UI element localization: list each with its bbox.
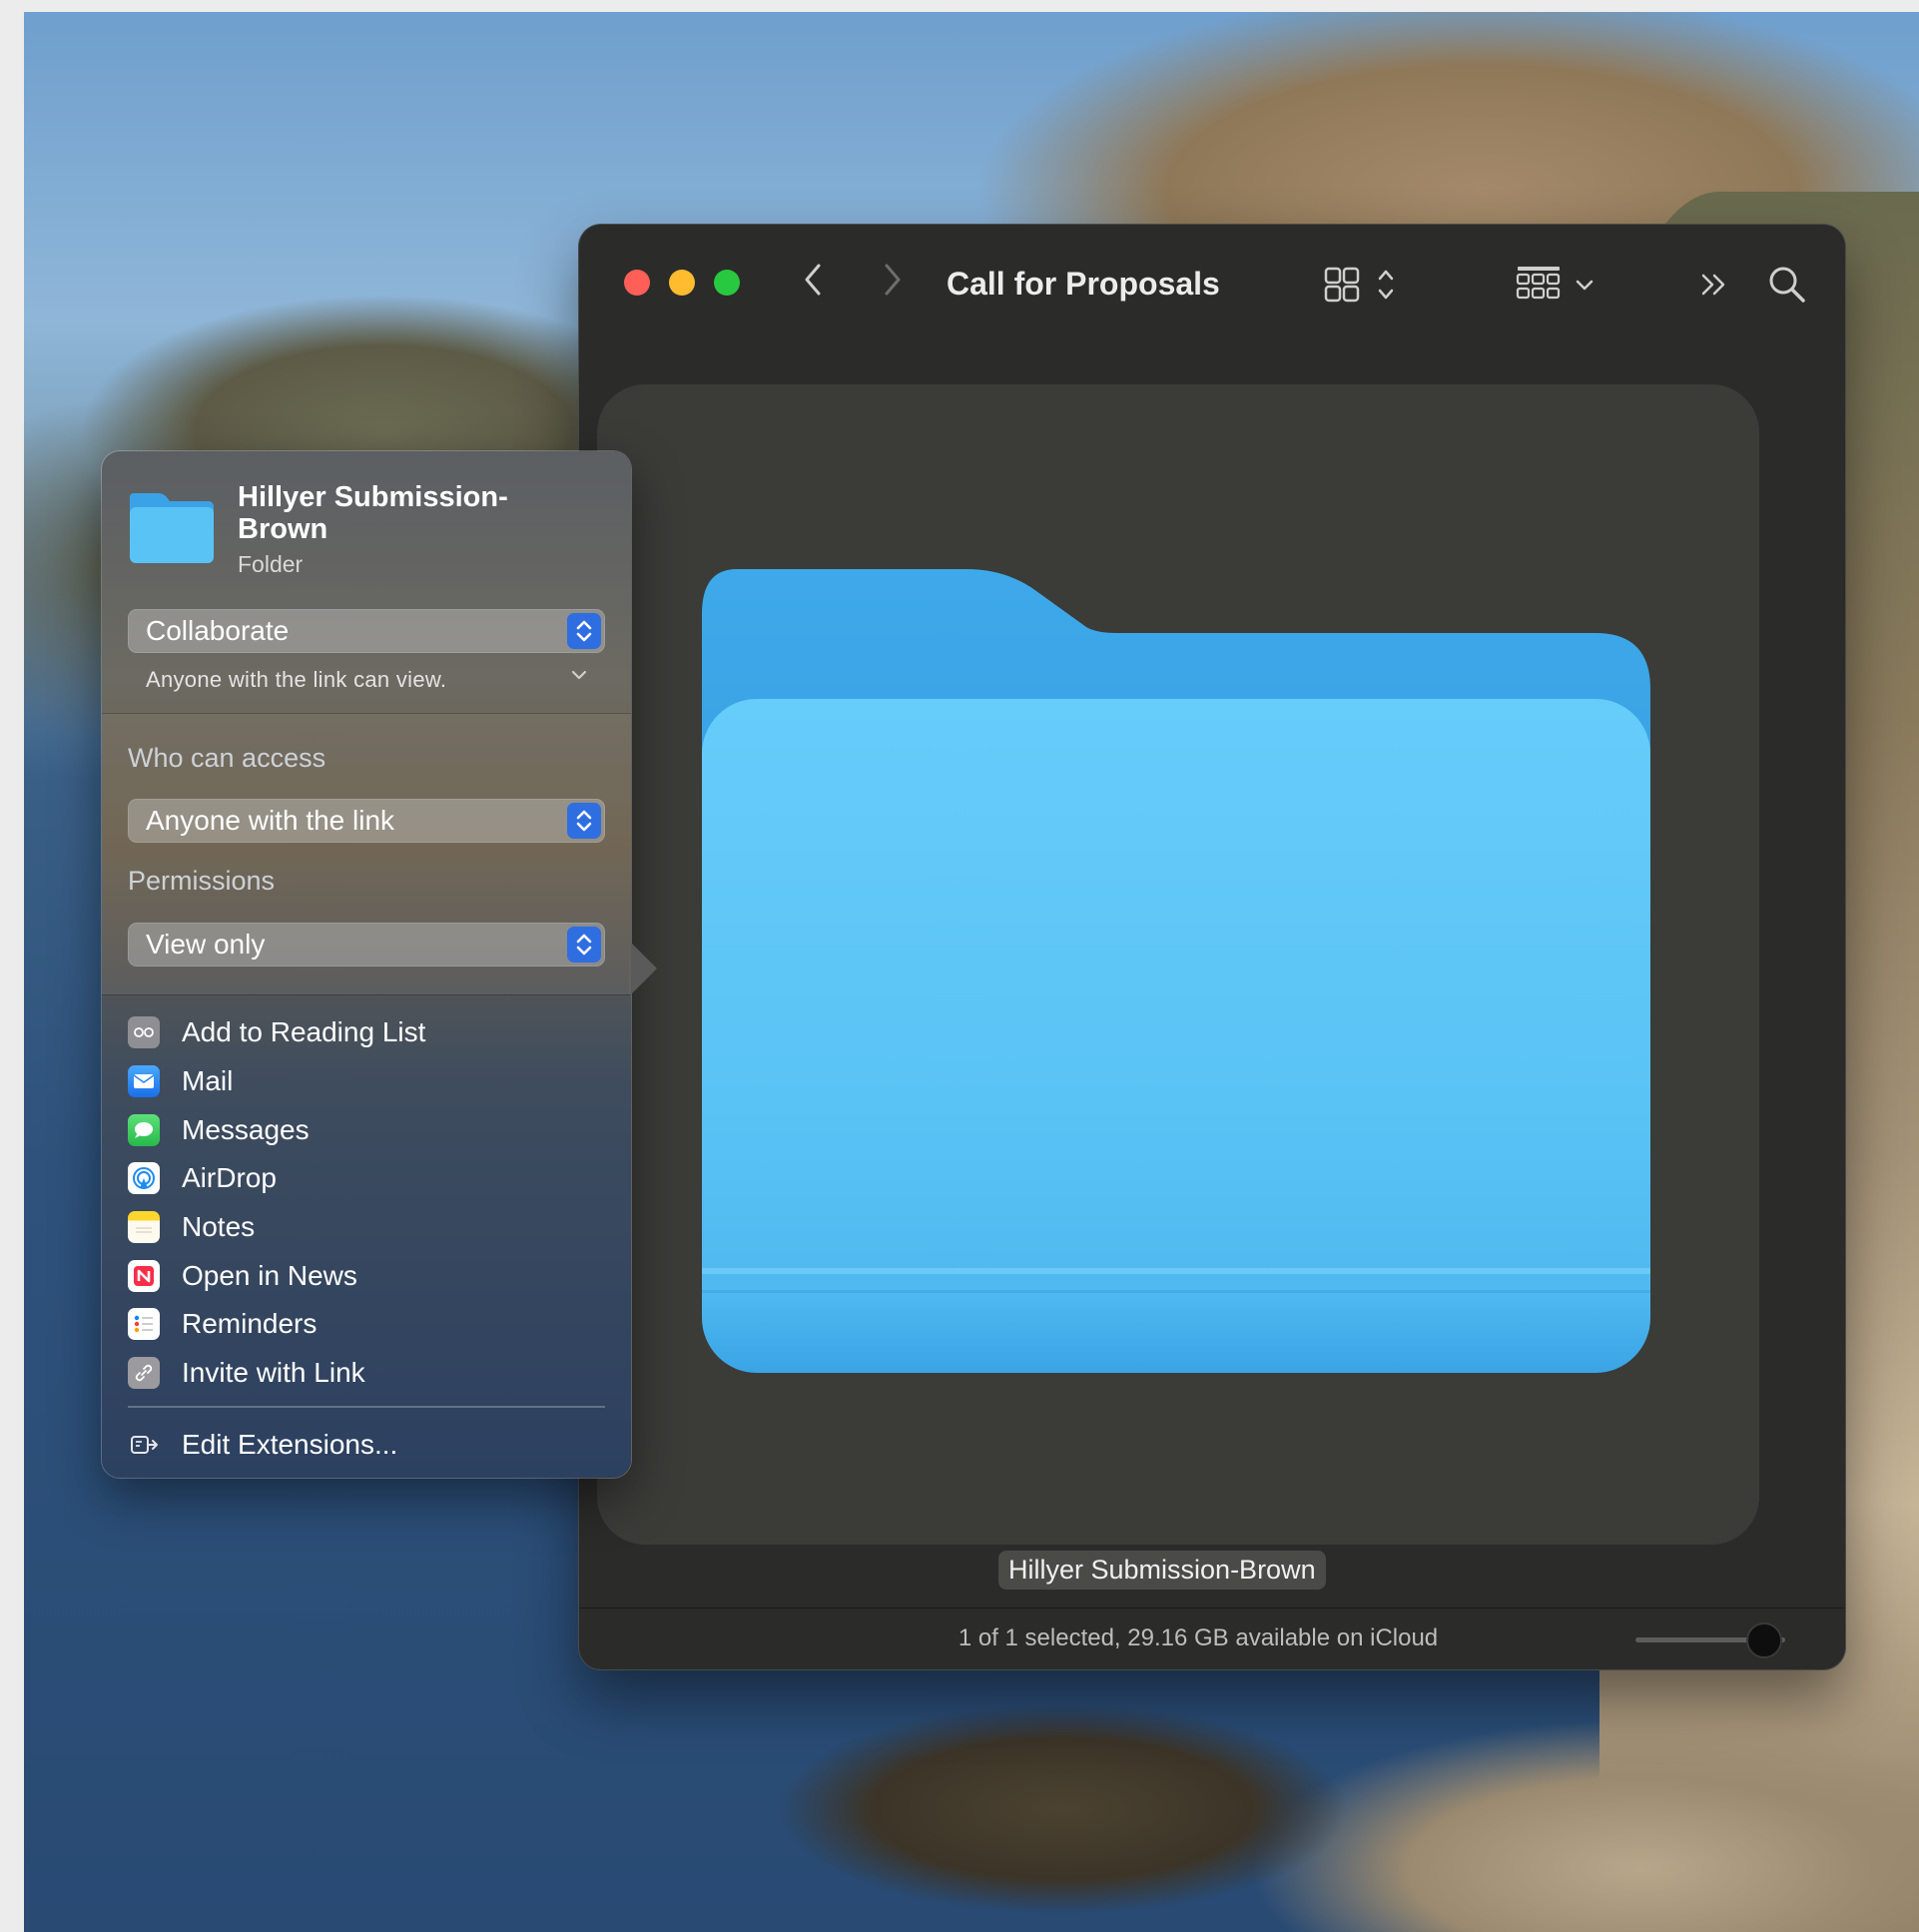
share-mode-value: Collaborate [146,615,290,646]
extensions-icon [128,1429,160,1461]
edit-extensions-button[interactable]: Edit Extensions... [128,1422,397,1468]
divider [102,713,631,714]
mail-icon [128,1065,160,1098]
edit-extensions-label: Edit Extensions... [182,1429,398,1460]
group-by-button[interactable] [1516,265,1598,305]
shared-item-title: Hillyer Submission-Brown [238,481,508,545]
share-option-reading-list[interactable]: Add to Reading List [128,1008,607,1057]
divider [102,994,631,995]
reminders-icon [128,1308,160,1341]
status-bar-divider [579,1608,1845,1609]
menu-item-label: Invite with Link [182,1357,365,1389]
view-mode-button[interactable] [1324,265,1404,305]
zoom-window-button[interactable] [714,270,740,296]
messages-icon [128,1113,160,1146]
updown-chevron-icon [567,803,601,839]
menu-item-label: Mail [182,1065,234,1097]
who-can-access-label: Who can access [128,743,326,773]
menu-item-label: Notes [182,1211,256,1243]
window-title: Call for Proposals [947,266,1220,302]
finder-window: Call for Proposals Hillyer Submission-Br… [579,225,1845,1669]
menu-item-label: Messages [182,1113,310,1145]
share-options-list: Add to Reading List Mail Messages AirDro… [128,1008,607,1398]
permissions-value: View only [146,929,266,960]
popover-arrow [629,941,657,996]
back-button[interactable] [801,260,825,311]
share-option-messages[interactable]: Messages [128,1105,607,1154]
chevron-double-right-icon [1701,274,1725,296]
share-mode-select[interactable]: Collaborate [128,609,605,653]
folder-icon [130,493,214,563]
icon-grid-icon [1324,267,1394,303]
icon-view-area[interactable] [597,384,1759,1545]
selected-item-name[interactable]: Hillyer Submission-Brown [998,1551,1326,1590]
minimize-window-button[interactable] [669,270,695,296]
share-mode-description[interactable]: Anyone with the link can view. [146,667,446,693]
folder-icon[interactable] [697,569,1655,1378]
search-button[interactable] [1767,265,1807,305]
airdrop-icon [128,1162,160,1195]
share-option-invite-link[interactable]: Invite with Link [128,1349,607,1398]
updown-chevron-icon [567,613,601,649]
share-option-airdrop[interactable]: AirDrop [128,1154,607,1203]
icon-size-slider-knob[interactable] [1745,1622,1782,1658]
shared-item-kind: Folder [238,551,304,577]
notes-icon [128,1211,160,1244]
share-popover: Hillyer Submission-Brown Folder Collabor… [102,451,657,1478]
share-option-reminders[interactable]: Reminders [128,1300,607,1349]
link-icon [128,1357,160,1390]
menu-item-label: Add to Reading List [182,1016,426,1048]
who-can-access-select[interactable]: Anyone with the link [128,799,605,843]
news-icon [128,1259,160,1292]
menu-item-label: Open in News [182,1259,357,1291]
chevron-down-icon[interactable] [569,665,589,690]
forward-button[interactable] [881,260,905,311]
toolbar-overflow-button[interactable] [1697,265,1731,305]
close-window-button[interactable] [624,270,650,296]
who-can-access-value: Anyone with the link [146,805,395,836]
wallpaper-rocks [643,1669,1919,1932]
updown-chevron-icon [567,927,601,963]
group-by-icon [1516,267,1594,300]
share-option-mail[interactable]: Mail [128,1057,607,1106]
menu-item-label: AirDrop [182,1162,277,1194]
permissions-select[interactable]: View only [128,923,605,966]
permissions-label: Permissions [128,866,276,896]
status-bar-text: 1 of 1 selected, 29.16 GB available on i… [958,1624,1439,1651]
reading-list-icon [128,1016,160,1049]
menu-item-label: Reminders [182,1308,318,1340]
chevron-left-icon [805,264,821,296]
share-option-notes[interactable]: Notes [128,1203,607,1252]
divider [128,1406,605,1408]
chevron-right-icon [885,264,901,296]
search-icon [1769,267,1805,303]
share-option-news[interactable]: Open in News [128,1251,607,1300]
